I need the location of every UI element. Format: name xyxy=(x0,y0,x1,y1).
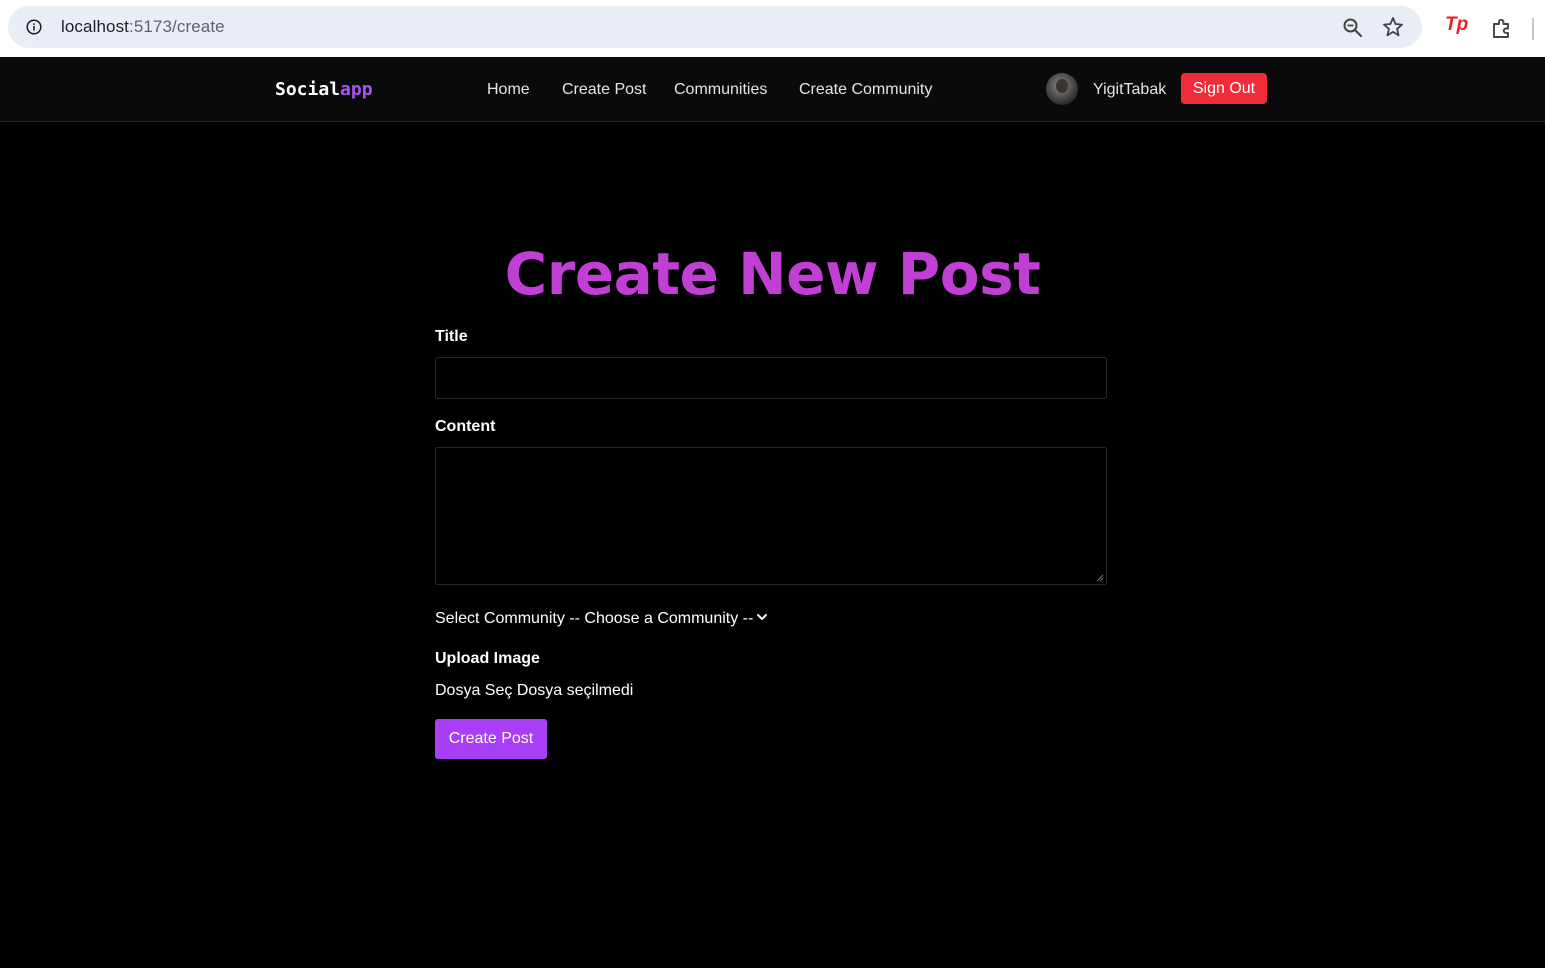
star-icon[interactable] xyxy=(1382,16,1404,38)
resize-grip-icon[interactable] xyxy=(1096,574,1104,582)
create-post-button[interactable]: Create Post xyxy=(435,719,547,759)
url-text[interactable]: localhost:5173/create xyxy=(61,17,225,37)
nav-link-create-community[interactable]: Create Community xyxy=(799,81,932,99)
avatar[interactable] xyxy=(1046,73,1078,105)
url-host: localhost xyxy=(61,17,129,36)
info-icon[interactable] xyxy=(26,19,42,35)
app-navbar: Socialapp Home Create Post Communities C… xyxy=(0,57,1545,122)
content-textarea[interactable] xyxy=(435,447,1107,585)
tp-extension-icon[interactable]: Tp xyxy=(1445,14,1469,40)
zoom-icon[interactable] xyxy=(1342,17,1364,39)
title-input[interactable] xyxy=(435,357,1107,399)
brand-logo[interactable]: Socialapp xyxy=(275,79,373,100)
brand-main: Social xyxy=(275,79,341,100)
page-title: Create New Post xyxy=(504,240,1041,308)
browser-toolbar: localhost:5173/create Tp xyxy=(0,0,1545,57)
address-bar[interactable]: localhost:5173/create xyxy=(8,6,1422,48)
community-select-label: Select Community xyxy=(435,610,565,627)
community-select[interactable]: -- Choose a Community -- xyxy=(569,610,768,628)
url-path: :5173/create xyxy=(129,17,225,36)
file-status: Dosya seçilmedi xyxy=(516,682,634,699)
file-input: Dosya Seç Dosya seçilmedi xyxy=(435,682,633,700)
nav-link-create-post[interactable]: Create Post xyxy=(562,81,646,99)
nav-link-home[interactable]: Home xyxy=(487,81,530,99)
username: YigitTabak xyxy=(1093,81,1167,98)
choose-file-button[interactable]: Dosya Seç xyxy=(435,682,512,699)
toolbar-divider xyxy=(1532,18,1534,40)
title-label: Title xyxy=(435,328,468,345)
community-select-value: -- Choose a Community -- xyxy=(569,610,754,627)
extensions-puzzle-icon[interactable] xyxy=(1490,16,1514,40)
chevron-down-icon xyxy=(757,614,768,620)
community-select-row: Select Community -- Choose a Community -… xyxy=(435,610,768,628)
nav-link-communities[interactable]: Communities xyxy=(674,81,767,99)
upload-image-label: Upload Image xyxy=(435,650,540,667)
brand-accent: app xyxy=(340,79,373,100)
content-label: Content xyxy=(435,418,496,435)
sign-out-button[interactable]: Sign Out xyxy=(1181,73,1267,104)
